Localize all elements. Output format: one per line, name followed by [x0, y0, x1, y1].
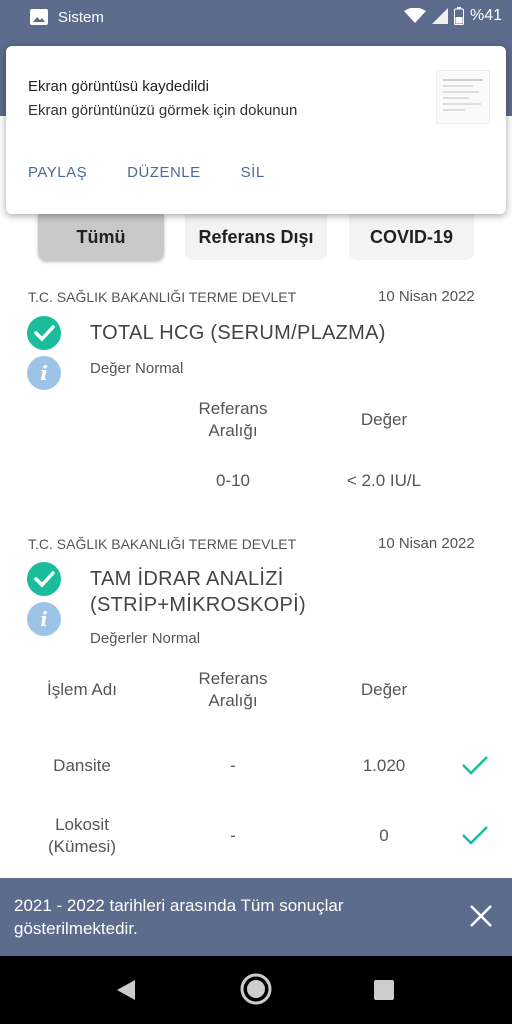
- tab-all[interactable]: Tümü: [38, 214, 164, 260]
- result-source: T.C. SAĞLIK BAKANLIĞI TERME DEVLET: [28, 536, 297, 552]
- share-button[interactable]: PAYLAŞ: [28, 164, 87, 181]
- table-row-value: 0: [379, 826, 389, 845]
- date-range-snackbar: 2021 - 2022 tarihleri arasında Tüm sonuç…: [0, 878, 512, 956]
- status-app-name: Sistem: [58, 9, 104, 26]
- table-row-name: Lokosit (Kümesi): [47, 815, 116, 856]
- thumbnail-preview-icon: [443, 79, 483, 111]
- signal-icon: [431, 8, 448, 24]
- column-header-name: İşlem Adı: [47, 680, 117, 699]
- wifi-icon: [403, 8, 426, 23]
- tab-covid-19[interactable]: COVID-19: [349, 214, 474, 260]
- result-source: T.C. SAĞLIK BAKANLIĞI TERME DEVLET: [28, 289, 297, 305]
- table-row-name: Dansite: [53, 756, 111, 775]
- edit-button[interactable]: DÜZENLE: [127, 164, 201, 181]
- column-header-value: Değer: [360, 410, 408, 429]
- result-date: 10 Nisan 2022: [378, 535, 475, 552]
- column-header-reference: Referans Aralığı: [198, 669, 268, 710]
- check-icon: [462, 826, 488, 845]
- reference-range: 0-10: [215, 471, 251, 490]
- tab-out-of-reference[interactable]: Referans Dışı: [185, 214, 327, 260]
- close-icon[interactable]: [468, 903, 494, 929]
- table-row-reference: -: [230, 826, 236, 845]
- system-nav-bar: [0, 956, 512, 1024]
- result-date: 10 Nisan 2022: [378, 288, 475, 305]
- column-header-reference: Referans Aralığı: [198, 399, 268, 440]
- result-value: < 2.0 IU/L: [346, 471, 422, 490]
- check-circle-icon: [27, 316, 61, 350]
- test-name: TAM İDRAR ANALİZİ (STRİP+MİKROSKOPİ): [90, 568, 306, 616]
- table-row-value: 1.020: [362, 756, 406, 775]
- check-circle-icon: [27, 562, 61, 596]
- image-icon: [30, 9, 48, 25]
- status-bar: Sistem %41: [0, 0, 512, 36]
- check-icon: [462, 756, 488, 775]
- delete-button[interactable]: SİL: [241, 164, 265, 181]
- info-icon[interactable]: i: [27, 356, 61, 390]
- snackbar-text: 2021 - 2022 tarihleri arasında Tüm sonuç…: [14, 896, 344, 938]
- home-icon[interactable]: [239, 972, 273, 1006]
- back-icon[interactable]: [115, 978, 137, 1002]
- battery-icon: [453, 7, 464, 25]
- battery-level: %41: [469, 7, 502, 24]
- column-header-value: Değer: [360, 680, 408, 699]
- notification-subtitle: Ekran görüntünüzü görmek için dokunun: [28, 102, 298, 119]
- filter-tabs: Tümü Referans Dışı COVID-19: [0, 214, 512, 264]
- test-name: TOTAL HCG (SERUM/PLAZMA): [90, 322, 386, 344]
- result-status: Değer Normal: [90, 360, 184, 377]
- result-status: Değerler Normal: [90, 630, 201, 647]
- table-row-reference: -: [230, 756, 236, 775]
- recents-icon[interactable]: [373, 979, 395, 1001]
- screenshot-thumbnail[interactable]: [436, 70, 490, 124]
- notification-title: Ekran görüntüsü kaydedildi: [28, 78, 209, 95]
- info-icon[interactable]: i: [27, 602, 61, 636]
- screenshot-notification[interactable]: Ekran görüntüsü kaydedildi Ekran görüntü…: [6, 46, 506, 214]
